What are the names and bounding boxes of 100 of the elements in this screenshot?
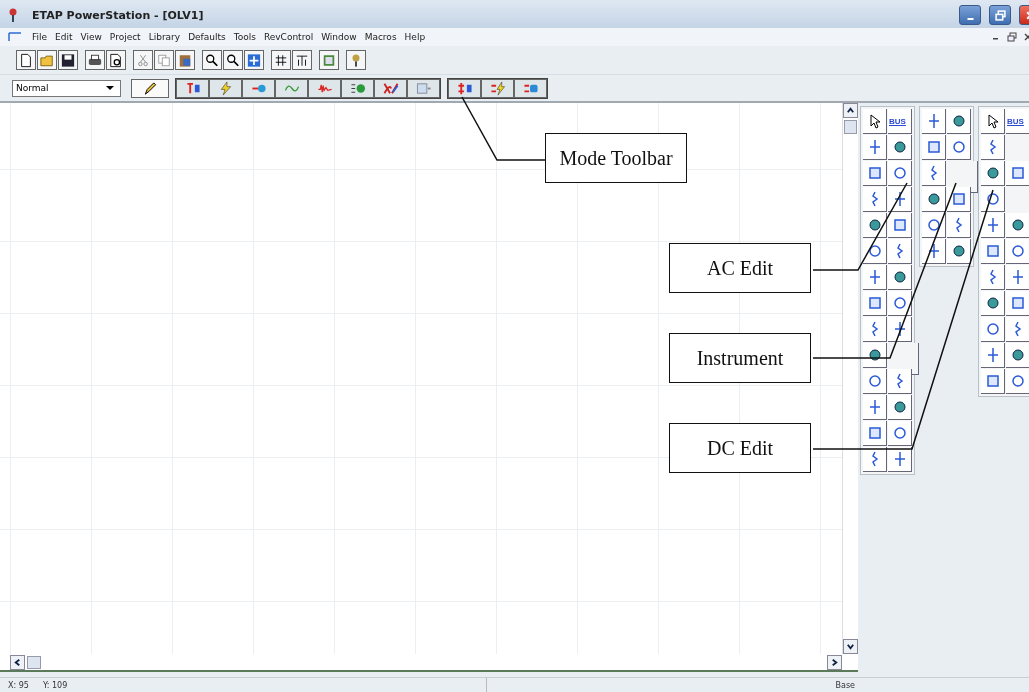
pointer-button[interactable]	[981, 109, 1005, 134]
edit-mode-button[interactable]	[131, 78, 169, 98]
callout-label: Instrument	[669, 333, 811, 383]
printer-icon	[88, 52, 102, 68]
study-mode-button[interactable]	[209, 78, 242, 98]
study-mode-button[interactable]	[407, 78, 440, 98]
toolbar-button[interactable]	[292, 50, 312, 70]
palette-button[interactable]	[947, 187, 971, 212]
palette-button[interactable]	[863, 343, 887, 368]
menu-item[interactable]: Defaults	[184, 32, 230, 42]
palette-button[interactable]	[888, 135, 912, 160]
palette-button[interactable]	[863, 239, 887, 264]
palette-button[interactable]	[981, 161, 1005, 186]
study-mode-button[interactable]	[242, 78, 275, 98]
palette-button[interactable]	[888, 265, 912, 290]
circle-symbol-icon	[891, 165, 908, 181]
minimize-button[interactable]	[959, 5, 981, 25]
filled-circle-icon	[866, 217, 883, 233]
toolbar-button[interactable]	[106, 50, 126, 70]
menu-item[interactable]: Window	[317, 32, 361, 42]
restore-icon	[994, 9, 1006, 21]
filled-circle-icon	[891, 269, 908, 285]
horizontal-scrollbar[interactable]	[0, 654, 858, 670]
study-mode-button[interactable]	[308, 78, 341, 98]
filled-circle-icon	[891, 399, 908, 415]
restore-button[interactable]	[989, 5, 1011, 25]
vertical-scrollbar[interactable]	[842, 103, 858, 654]
menu-item[interactable]: Edit	[51, 32, 77, 42]
scroll-right-button[interactable]	[827, 654, 842, 670]
menu-item[interactable]: Macros	[360, 32, 401, 42]
study-mode-button[interactable]	[341, 78, 374, 98]
circle-symbol-icon	[925, 217, 942, 233]
palette-button[interactable]	[888, 187, 912, 212]
toolbar-button[interactable]	[58, 50, 78, 70]
scissors-icon	[136, 52, 150, 68]
scroll-thumb[interactable]	[27, 655, 41, 669]
pointer-button[interactable]	[863, 109, 887, 134]
menu-item[interactable]: Tools	[229, 32, 260, 42]
filled-circle-icon	[1009, 347, 1026, 363]
circle-symbol-icon	[1009, 243, 1026, 259]
scroll-thumb[interactable]	[844, 120, 857, 134]
callout-label: DC Edit	[669, 423, 811, 473]
palette-button[interactable]	[888, 291, 912, 316]
menu-item[interactable]: View	[76, 32, 106, 42]
study-mode-button[interactable]	[275, 78, 308, 98]
restore-icon[interactable]	[1007, 32, 1017, 42]
square-symbol-icon	[891, 217, 908, 233]
app-icon	[8, 8, 18, 22]
magnifier-icon	[226, 52, 240, 68]
menu-item[interactable]: Library	[144, 32, 185, 42]
toolbar-button[interactable]	[202, 50, 222, 70]
scroll-up-button[interactable]	[843, 103, 858, 118]
filled-circle-icon	[950, 113, 967, 129]
toolbar-button[interactable]	[271, 50, 291, 70]
dc-mode-button[interactable]	[448, 78, 481, 98]
study-mode-button[interactable]	[176, 78, 209, 98]
palette-button[interactable]	[981, 213, 1005, 238]
dc-mode-button[interactable]	[481, 78, 514, 98]
scroll-down-button[interactable]	[843, 639, 858, 654]
filled-circle-icon	[866, 347, 883, 363]
toolbar-button[interactable]	[85, 50, 105, 70]
mode-dropdown[interactable]: Normal	[12, 79, 121, 97]
fit-icon	[247, 52, 261, 68]
palette-button[interactable]	[1006, 213, 1029, 238]
palette-button[interactable]	[863, 447, 887, 472]
copy-icon	[157, 52, 171, 68]
palette-button[interactable]	[888, 395, 912, 420]
filled-circle-icon	[891, 139, 908, 155]
bus-button[interactable]: BUS	[888, 109, 912, 134]
filled-circle-icon	[1009, 217, 1026, 233]
toolbar-button[interactable]	[223, 50, 243, 70]
scroll-left-button[interactable]	[10, 654, 25, 670]
palette-button[interactable]	[981, 187, 1005, 212]
palette-button[interactable]	[922, 239, 946, 264]
dc-mode-button[interactable]	[514, 78, 547, 98]
menu-item[interactable]: Help	[400, 32, 430, 42]
palette-button[interactable]	[922, 213, 946, 238]
menu-item[interactable]: Project	[105, 32, 145, 42]
menu-item[interactable]: File	[28, 32, 52, 42]
callout-label: Mode Toolbar	[545, 133, 687, 183]
circle-symbol-icon	[891, 295, 908, 311]
circle-symbol-icon	[866, 373, 883, 389]
palette-button[interactable]	[888, 317, 912, 342]
palette-button[interactable]	[947, 109, 971, 134]
circle-symbol-icon	[1009, 373, 1026, 389]
palette-button[interactable]	[863, 213, 887, 238]
palette-button[interactable]	[947, 239, 971, 264]
square-symbol-icon	[984, 243, 1001, 259]
toolbar-button[interactable]	[16, 50, 36, 70]
minimize-icon	[966, 17, 974, 20]
palette-button[interactable]	[922, 187, 946, 212]
bus-button[interactable]: BUS	[1006, 109, 1029, 134]
preview-icon	[109, 52, 123, 68]
page-icon	[19, 52, 33, 68]
palette-button[interactable]	[1006, 343, 1029, 368]
study-mode-button[interactable]	[374, 78, 407, 98]
palette-button[interactable]	[981, 291, 1005, 316]
square-symbol-icon	[950, 191, 967, 207]
palette-button[interactable]	[888, 447, 912, 472]
menu-item[interactable]: RevControl	[259, 32, 318, 42]
